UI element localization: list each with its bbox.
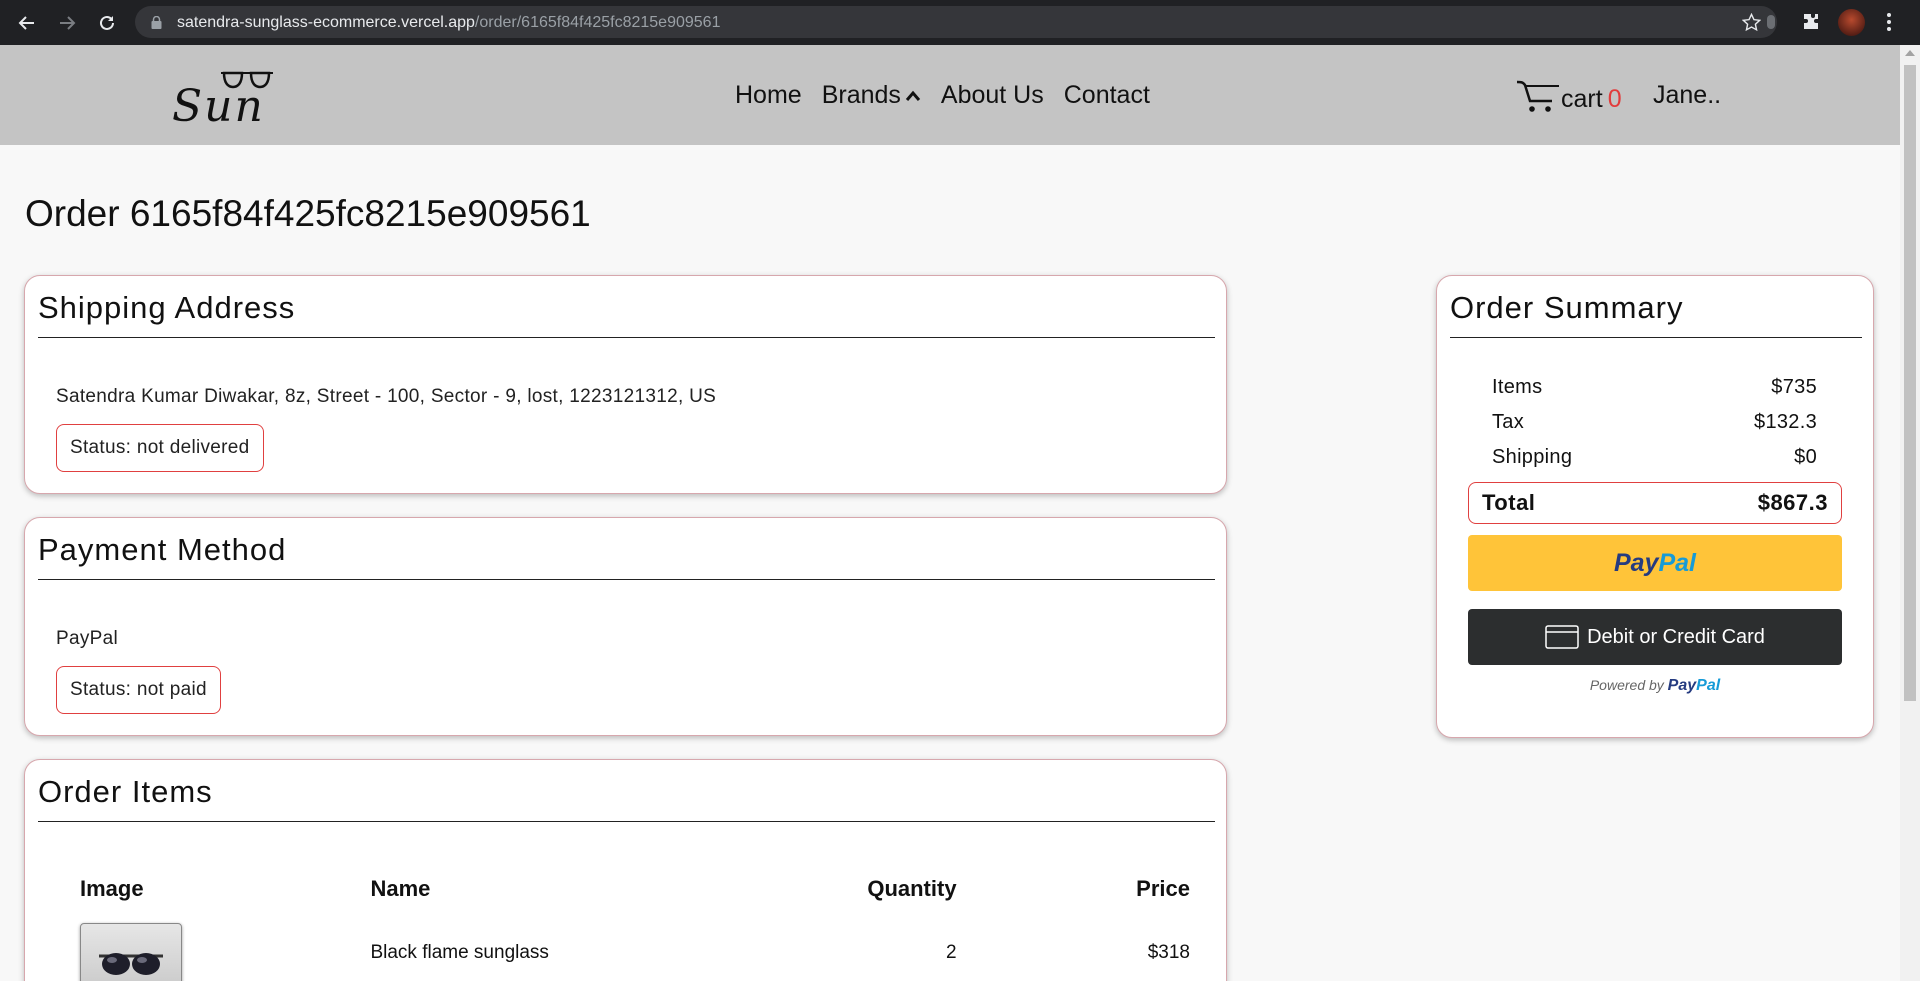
nav-brands[interactable]: Brands: [822, 81, 921, 110]
nav-contact[interactable]: Contact: [1064, 81, 1150, 110]
summary-shipping-value: $0: [1794, 446, 1817, 468]
forward-icon[interactable]: [47, 0, 87, 45]
summary-tax-value: $132.3: [1754, 411, 1817, 433]
summary-shipping-row: Shipping $0: [1492, 446, 1817, 469]
powered-by-paypal: Powered by PayPal: [1468, 677, 1842, 695]
summary-items-row: Items $735: [1492, 376, 1817, 399]
cart-count: 0: [1607, 85, 1622, 113]
scroll-up-icon[interactable]: [1905, 50, 1915, 56]
powered-logo-pay: Pay: [1667, 677, 1697, 694]
powered-logo-pal: Pal: [1696, 677, 1721, 694]
divider: [38, 337, 1215, 338]
product-quantity: 2: [945, 942, 957, 963]
summary-heading: Order Summary: [1450, 290, 1684, 325]
site-header: Sun Home Brands About Us Contact cart 0 …: [0, 45, 1900, 145]
table-row: Black flame sunglass 2 $318: [80, 913, 1190, 981]
cart-link[interactable]: cart 0: [1515, 78, 1622, 114]
order-summary-card: Order Summary Items $735 Tax $132.3 Ship…: [1436, 275, 1874, 738]
payment-heading: Payment Method: [38, 532, 287, 567]
card-button-label: Debit or Credit Card: [1587, 625, 1765, 648]
column-header-quantity: Quantity: [867, 876, 957, 901]
paypal-logo-pal: Pal: [1658, 548, 1696, 577]
order-items-table: Image Name Quantity Price Black flame su…: [80, 865, 1190, 981]
bookmark-star-icon[interactable]: [1742, 13, 1761, 32]
nav-about[interactable]: About Us: [941, 81, 1044, 110]
column-header-image: Image: [80, 876, 144, 901]
shipping-card: Shipping Address Satendra Kumar Diwakar,…: [24, 275, 1227, 494]
product-price: $318: [1147, 942, 1190, 963]
summary-tax-label: Tax: [1492, 411, 1525, 433]
extension-icon[interactable]: [1766, 13, 1776, 31]
nav-brands-label: Brands: [821, 81, 901, 109]
summary-total-label: Total: [1482, 490, 1536, 515]
profile-avatar[interactable]: [1838, 9, 1865, 36]
glasses-icon: [221, 71, 273, 89]
site-logo[interactable]: Sun: [172, 65, 282, 132]
divider: [38, 579, 1215, 580]
cart-label: cart: [1561, 85, 1603, 113]
paypal-logo-pay: Pay: [1613, 548, 1659, 577]
chevron-up-icon: [905, 90, 921, 101]
summary-total-row: Total $867.3: [1468, 482, 1842, 524]
paypal-button[interactable]: Pay Pal: [1468, 535, 1842, 591]
user-menu[interactable]: Jane..: [1653, 81, 1721, 110]
url-host: satendra-sunglass-ecommerce.vercel.app: [177, 14, 475, 31]
summary-shipping-label: Shipping: [1492, 446, 1573, 468]
payment-status-badge: Status: not paid: [56, 666, 221, 714]
order-items-card: Order Items Image Name Quantity Price Bl…: [24, 759, 1227, 981]
puzzle-icon[interactable]: [1801, 12, 1821, 32]
debit-credit-card-button[interactable]: Debit or Credit Card: [1468, 609, 1842, 665]
delivery-status-badge: Status: not delivered: [56, 424, 264, 472]
reload-icon[interactable]: [87, 0, 127, 45]
summary-total-value: $867.3: [1757, 490, 1828, 515]
browser-toolbar: satendra-sunglass-ecommerce.vercel.app/o…: [0, 0, 1920, 45]
address-bar[interactable]: satendra-sunglass-ecommerce.vercel.app/o…: [135, 6, 1777, 38]
divider: [1450, 337, 1862, 338]
product-thumbnail[interactable]: [80, 923, 182, 981]
shipping-heading: Shipping Address: [38, 290, 296, 325]
lock-icon: [151, 16, 162, 29]
scroll-thumb[interactable]: [1904, 65, 1916, 701]
product-image-cell: [80, 913, 370, 981]
payment-card: Payment Method PayPal Status: not paid: [24, 517, 1227, 736]
back-icon[interactable]: [7, 0, 47, 45]
product-name[interactable]: Black flame sunglass: [370, 913, 681, 981]
table-header-row: Image Name Quantity Price: [80, 865, 1190, 913]
column-header-price: Price: [1136, 876, 1190, 901]
divider: [38, 821, 1215, 822]
url-path: /order/6165f84f425fc8215e909561: [474, 14, 721, 31]
summary-tax-row: Tax $132.3: [1492, 411, 1817, 434]
credit-card-icon: [1545, 625, 1579, 649]
nav-home[interactable]: Home: [735, 81, 802, 110]
column-header-name: Name: [370, 876, 431, 901]
cart-icon: [1516, 80, 1559, 112]
summary-items-value: $735: [1771, 376, 1817, 398]
menu-dots-icon[interactable]: [1887, 13, 1891, 31]
sunglasses-image: [99, 953, 163, 975]
shipping-address: Satendra Kumar Diwakar, 8z, Street - 100…: [56, 386, 717, 407]
payment-method: PayPal: [56, 628, 119, 649]
url-text: satendra-sunglass-ecommerce.vercel.app/o…: [177, 14, 720, 32]
main-nav: Home Brands About Us Contact: [735, 81, 1150, 110]
page-title: Order 6165f84f425fc8215e909561: [25, 193, 591, 234]
page-scrollbar[interactable]: [1900, 45, 1920, 981]
order-items-heading: Order Items: [38, 774, 213, 809]
summary-items-label: Items: [1492, 376, 1543, 398]
powered-by-label: Powered by: [1589, 677, 1664, 693]
